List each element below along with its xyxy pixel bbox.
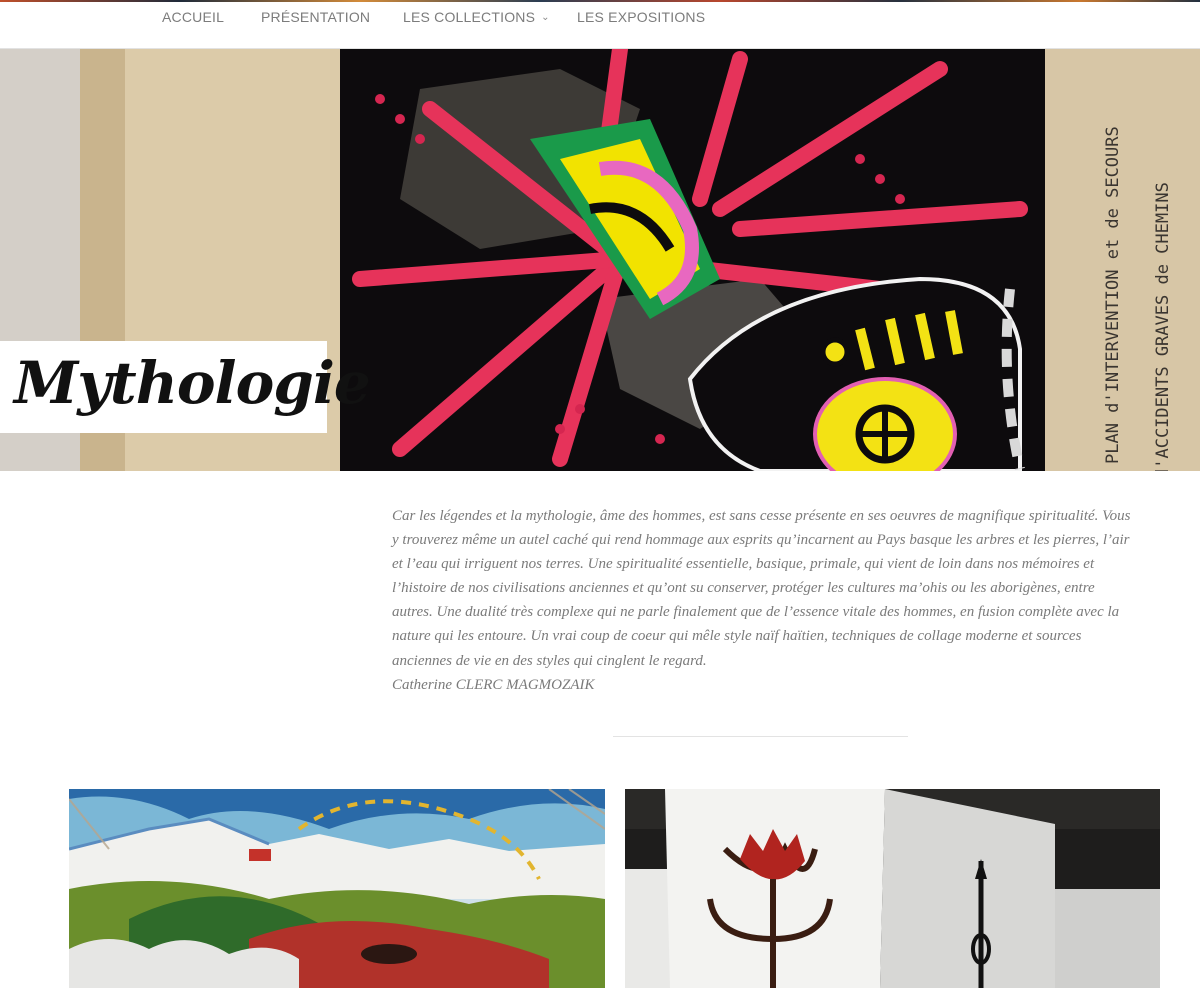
sculpture-image bbox=[625, 789, 1160, 988]
nav-item-presentation[interactable]: PRÉSENTATION bbox=[261, 9, 370, 25]
intro-paragraph: Car les légendes et la mythologie, âme d… bbox=[392, 508, 1131, 669]
nav-item-accueil[interactable]: ACCUEIL bbox=[162, 9, 224, 25]
intro-author: Catherine CLERC MAGMOZAIK bbox=[392, 676, 595, 693]
section-divider bbox=[613, 736, 908, 737]
landscape-painting-image bbox=[69, 789, 605, 988]
hero-banner: PLAN d'INTERVENTION et de SECOURS d'ACCI… bbox=[0, 49, 1200, 471]
top-navigation: ACCUEIL PRÉSENTATION LES COLLECTIONS ⌄ LE… bbox=[0, 0, 1200, 49]
page-title: Mythologie bbox=[14, 349, 371, 417]
svg-text:d'ACCIDENTS GRAVES de CHEMINS: d'ACCIDENTS GRAVES de CHEMINS bbox=[1153, 182, 1173, 471]
chevron-down-icon: ⌄ bbox=[541, 12, 550, 23]
page-title-box: Mythologie bbox=[0, 341, 371, 433]
nav-item-expositions[interactable]: LES EXPOSITIONS bbox=[577, 9, 705, 25]
gallery-item-landscape[interactable] bbox=[69, 789, 605, 988]
intro-text: Car les légendes et la mythologie, âme d… bbox=[392, 504, 1137, 697]
svg-text:PLAN d'INTERVENTION et de SECO: PLAN d'INTERVENTION et de SECOURS bbox=[1103, 126, 1123, 464]
nav-item-collections[interactable]: LES COLLECTIONS ⌄ bbox=[403, 9, 550, 25]
decorative-strip bbox=[0, 0, 1200, 2]
gallery-item-sculpture[interactable] bbox=[625, 789, 1160, 988]
nav-item-collections-label: LES COLLECTIONS bbox=[403, 9, 536, 25]
